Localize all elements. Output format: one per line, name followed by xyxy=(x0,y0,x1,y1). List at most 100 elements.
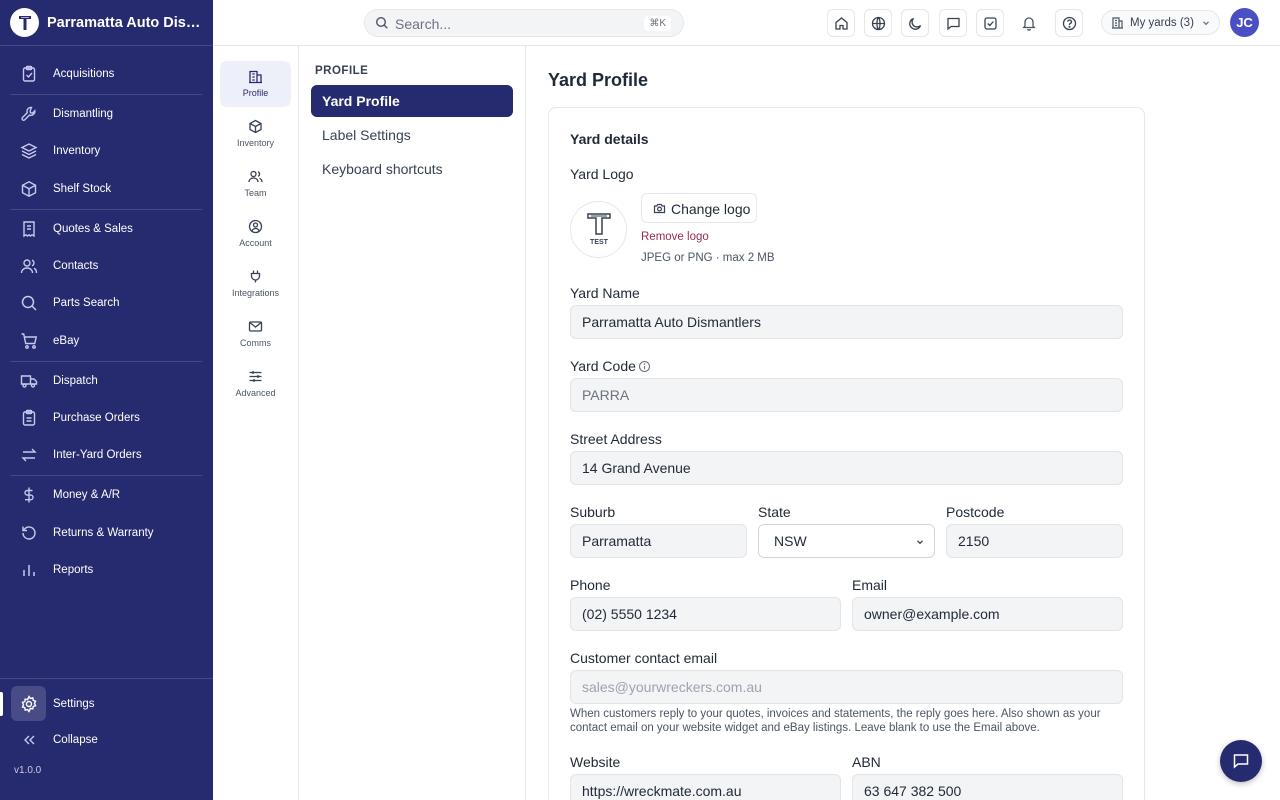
nav-label: Quotes & Sales xyxy=(53,223,133,235)
cart-icon xyxy=(21,333,38,349)
yard-switcher[interactable]: My yards (3) xyxy=(1101,10,1220,35)
nav-reports[interactable]: Reports xyxy=(10,553,202,587)
rail-item-team[interactable]: Team xyxy=(220,161,291,207)
notifications-button[interactable] xyxy=(1015,9,1043,37)
nav-label: Collapse xyxy=(53,734,98,746)
clipboard-list-icon xyxy=(22,409,36,426)
active-indicator xyxy=(0,692,3,716)
rail-item-account[interactable]: Account xyxy=(220,211,291,257)
collapse-button[interactable]: Collapse xyxy=(10,723,202,757)
chat-icon xyxy=(1233,754,1249,769)
chevron-down-icon xyxy=(1203,21,1209,26)
subnav-yard-profile[interactable]: Yard Profile xyxy=(311,85,513,117)
abn-field[interactable]: 63 647 382 500 xyxy=(852,774,1123,800)
avatar[interactable]: JC xyxy=(1230,8,1259,37)
rail-label: Profile xyxy=(242,88,269,98)
messages-button[interactable] xyxy=(939,9,967,37)
sliders-icon xyxy=(249,371,262,382)
version-label: v1.0.0 xyxy=(14,765,42,776)
checkbox-icon xyxy=(983,16,997,30)
nav-acquisitions[interactable]: Acquisitions xyxy=(10,57,202,91)
sidebar-divider xyxy=(0,678,213,679)
suburb-label: Suburb xyxy=(570,504,616,520)
yard-name-label: Yard Name xyxy=(570,285,640,301)
search-icon xyxy=(375,16,388,29)
nav-purchase-orders[interactable]: Purchase Orders xyxy=(10,401,202,435)
info-icon[interactable] xyxy=(638,360,651,373)
search-icon xyxy=(21,295,37,311)
subnav-keyboard-shortcuts[interactable]: Keyboard shortcuts xyxy=(311,153,513,185)
subnav-label-settings[interactable]: Label Settings xyxy=(311,119,513,151)
help-button[interactable] xyxy=(1055,9,1083,37)
rail-item-profile[interactable]: Profile xyxy=(220,61,291,107)
building-icon xyxy=(249,70,262,84)
dark-mode-button[interactable] xyxy=(901,9,929,37)
help-icon xyxy=(1062,16,1076,30)
yard-details-card: Yard details Yard Logo TEST Change logo … xyxy=(548,107,1145,800)
nav-dismantling[interactable]: Dismantling xyxy=(10,97,202,131)
bell-icon xyxy=(1022,17,1036,31)
email-field[interactable]: owner@example.com xyxy=(852,597,1123,631)
nav-money-ar[interactable]: Money & A/R xyxy=(10,478,202,512)
nav-label: Reports xyxy=(53,564,94,576)
nav-quotes-sales[interactable]: Quotes & Sales xyxy=(10,212,202,246)
nav-returns-warranty[interactable]: Returns & Warranty xyxy=(10,516,202,550)
nav-label: Dismantling xyxy=(53,108,114,120)
state-select[interactable]: NSW xyxy=(758,524,935,558)
yard-code-field: PARRA xyxy=(570,378,1123,412)
nav-dispatch[interactable]: Dispatch xyxy=(10,364,202,398)
website-field[interactable]: https://wreckmate.com.au xyxy=(570,774,841,800)
search-input[interactable]: Search... ⌘K xyxy=(364,9,684,37)
globe-button[interactable] xyxy=(864,9,892,37)
yard-name-field[interactable]: Parramatta Auto Dismantlers xyxy=(570,305,1123,339)
main-content: Yard Profile Yard details Yard Logo TEST… xyxy=(526,46,1280,800)
phone-field[interactable]: (02) 5550 1234 xyxy=(570,597,841,631)
nav-divider xyxy=(10,475,202,476)
nav-inter-yard-orders[interactable]: Inter-Yard Orders xyxy=(10,438,202,472)
subnav-heading: PROFILE xyxy=(315,65,369,77)
page-title: Yard Profile xyxy=(548,70,649,90)
brand[interactable]: Parramatta Auto Dismantlers xyxy=(10,8,210,37)
arrows-exchange-icon xyxy=(21,448,37,462)
tasks-button[interactable] xyxy=(976,9,1004,37)
rail-label: Inventory xyxy=(236,138,275,148)
message-icon xyxy=(946,17,960,30)
sidebar-divider xyxy=(0,45,213,46)
camera-icon xyxy=(653,203,666,214)
nav-parts-search[interactable]: Parts Search xyxy=(10,286,202,320)
rail-item-inventory[interactable]: Inventory xyxy=(220,111,291,157)
street-address-field[interactable]: 14 Grand Avenue xyxy=(570,451,1123,485)
team-icon xyxy=(248,170,263,183)
nav-settings[interactable]: Settings xyxy=(10,686,202,721)
search-shortcut: ⌘K xyxy=(644,16,671,31)
nav-label: Shelf Stock xyxy=(53,183,112,195)
building-icon xyxy=(1112,17,1123,29)
yard-logo-image: TEST xyxy=(570,201,627,258)
nav-label: Parts Search xyxy=(53,297,120,309)
rail-item-advanced[interactable]: Advanced xyxy=(220,361,291,407)
rail-item-comms[interactable]: Comms xyxy=(220,311,291,357)
nav-inventory[interactable]: Inventory xyxy=(10,134,202,168)
chat-button[interactable] xyxy=(1220,740,1262,782)
moon-icon xyxy=(908,17,921,30)
home-button[interactable] xyxy=(827,9,855,37)
remove-logo-link[interactable]: Remove logo xyxy=(641,231,709,243)
suburb-field[interactable]: Parramatta xyxy=(570,524,747,558)
cube-icon xyxy=(249,119,262,134)
wrench-icon xyxy=(21,106,36,121)
settings-subnav: PROFILE Yard Profile Label Settings Keyb… xyxy=(299,46,526,800)
postcode-field[interactable]: 2150 xyxy=(946,524,1123,558)
users-icon xyxy=(20,259,38,274)
chevron-down-icon xyxy=(917,540,923,545)
nav-ebay[interactable]: eBay xyxy=(10,324,202,358)
yard-logo-label: Yard Logo xyxy=(570,166,634,182)
nav-contacts[interactable]: Contacts xyxy=(10,249,202,283)
nav-shelf-stock[interactable]: Shelf Stock xyxy=(10,172,202,206)
nav-label: Inter-Yard Orders xyxy=(53,449,142,461)
nav-label: Contacts xyxy=(53,260,99,272)
mail-icon xyxy=(248,321,263,332)
yard-switcher-label: My yards (3) xyxy=(1130,17,1194,29)
rail-item-integrations[interactable]: Integrations xyxy=(220,261,291,307)
customer-email-field[interactable]: sales@yourwreckers.com.au xyxy=(570,670,1123,704)
change-logo-button[interactable]: Change logo xyxy=(641,193,757,223)
